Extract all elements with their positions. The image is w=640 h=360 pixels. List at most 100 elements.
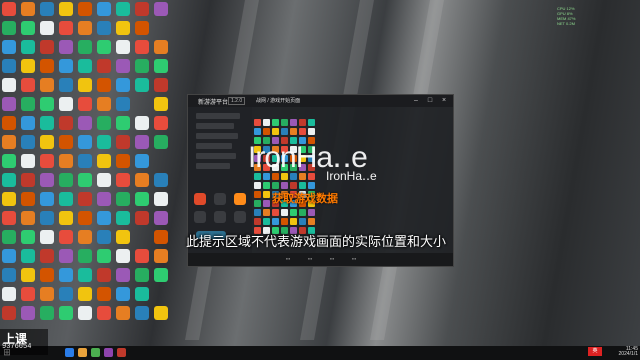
desktop-shortcut-icon[interactable] [135,306,149,320]
desktop-shortcut-icon[interactable] [154,268,168,282]
desktop-shortcut-icon[interactable] [97,249,111,263]
desktop-shortcut-icon[interactable] [59,116,73,130]
desktop-shortcut-icon[interactable] [154,306,168,320]
chart-icon[interactable] [194,211,206,223]
desktop-shortcut-icon[interactable] [2,268,16,282]
desktop-shortcut-icon[interactable] [40,135,54,149]
desktop-shortcut-icon[interactable] [21,78,35,92]
desktop-shortcut-icon[interactable] [116,116,130,130]
maximize-icon[interactable]: □ [425,96,435,106]
desktop-shortcut-icon[interactable] [116,2,130,16]
desktop-shortcut-icon[interactable] [97,59,111,73]
desktop-shortcut-icon[interactable] [116,21,130,35]
desktop-shortcut-icon[interactable] [97,97,111,111]
desktop-shortcut-icon[interactable] [40,211,54,225]
desktop-shortcut-icon[interactable] [2,287,16,301]
taskbar-app-icon[interactable] [91,348,100,357]
desktop-shortcut-icon[interactable] [78,78,92,92]
taskbar-app-icon[interactable] [78,348,87,357]
desktop-shortcut-icon[interactable] [135,2,149,16]
desktop-shortcut-icon[interactable] [116,306,130,320]
desktop-shortcut-icon[interactable] [40,173,54,187]
desktop-shortcut-icon[interactable] [97,40,111,54]
game-thumbnail[interactable] [299,182,306,189]
sidebar-item[interactable] [196,143,232,149]
desktop-shortcut-icon[interactable] [135,173,149,187]
desktop-shortcut-icon[interactable] [78,97,92,111]
desktop-shortcut-icon[interactable] [2,59,16,73]
desktop-shortcut-icon[interactable] [78,287,92,301]
game-thumbnail[interactable] [254,182,261,189]
game-thumbnail[interactable] [254,218,261,225]
desktop-shortcut-icon[interactable] [21,306,35,320]
desktop-shortcut-icon[interactable] [116,78,130,92]
desktop-shortcut-icon[interactable] [116,192,130,206]
tab-title[interactable]: 战网 / 游戏开始页面 [256,97,300,104]
taskbar-app-icon[interactable] [65,348,74,357]
desktop-shortcut-icon[interactable] [135,78,149,92]
game-thumbnail[interactable] [290,119,297,126]
desktop-shortcut-icon[interactable] [21,230,35,244]
game-thumbnail[interactable] [272,128,279,135]
flame-icon[interactable] [234,193,246,205]
desktop-shortcut-icon[interactable] [154,249,168,263]
desktop-shortcut-icon[interactable] [59,135,73,149]
desktop-shortcut-icon[interactable] [116,211,130,225]
game-thumbnail[interactable] [308,119,315,126]
desktop-shortcut-icon[interactable] [78,268,92,282]
game-thumbnail[interactable] [254,200,261,207]
desktop-shortcut-icon[interactable] [116,97,130,111]
desktop-shortcut-icon[interactable] [135,40,149,54]
desktop-shortcut-icon[interactable] [97,230,111,244]
desktop-shortcut-icon[interactable] [21,154,35,168]
game-thumbnail[interactable] [290,182,297,189]
desktop-shortcut-icon[interactable] [21,211,35,225]
footer-button[interactable]: ▪▪▪ [286,256,290,261]
desktop-shortcut-icon[interactable] [78,116,92,130]
desktop-shortcut-icon[interactable] [116,173,130,187]
desktop-shortcut-icon[interactable] [21,21,35,35]
desktop-shortcut-icon[interactable] [59,40,73,54]
game-thumbnail[interactable] [254,119,261,126]
desktop-shortcut-icon[interactable] [59,249,73,263]
footer-button[interactable]: ▪▪▪ [308,256,312,261]
desktop-shortcut-icon[interactable] [21,2,35,16]
game-thumbnail[interactable] [263,182,270,189]
taskbar-app-icon[interactable] [117,348,126,357]
desktop-shortcut-icon[interactable] [116,154,130,168]
desktop-shortcut-icon[interactable] [116,135,130,149]
game-thumbnail[interactable] [308,182,315,189]
desktop-shortcut-icon[interactable] [21,192,35,206]
desktop-shortcut-icon[interactable] [21,268,35,282]
desktop-shortcut-icon[interactable] [40,192,54,206]
game-thumbnail[interactable] [263,119,270,126]
game-thumbnail[interactable] [263,200,270,207]
game-thumbnail[interactable] [272,218,279,225]
desktop-shortcut-icon[interactable] [97,78,111,92]
sidebar-item[interactable] [196,123,234,129]
desktop-shortcut-icon[interactable] [2,154,16,168]
sidebar-item[interactable] [196,153,236,159]
desktop-shortcut-icon[interactable] [135,116,149,130]
desktop-shortcut-icon[interactable] [116,268,130,282]
title-bar[interactable]: 新游游平台 1.2.0 战网 / 游戏开始页面 – □ × [188,95,453,107]
desktop-shortcut-icon[interactable] [135,21,149,35]
desktop-shortcut-icon[interactable] [97,306,111,320]
desktop-shortcut-icon[interactable] [154,40,168,54]
desktop-shortcut-icon[interactable] [2,97,16,111]
footer-button[interactable]: ▪▪▪ [352,256,356,261]
desktop-shortcut-icon[interactable] [2,40,16,54]
fire-icon[interactable] [194,193,206,205]
close-icon[interactable]: × [439,96,449,106]
desktop-shortcut-icon[interactable] [78,211,92,225]
desktop-shortcut-icon[interactable] [97,173,111,187]
game-thumbnail[interactable] [299,209,306,216]
tool-icon[interactable] [214,193,226,205]
desktop-shortcut-icon[interactable] [21,40,35,54]
desktop-shortcut-icon[interactable] [40,97,54,111]
game-thumbnail[interactable] [272,182,279,189]
desktop-shortcut-icon[interactable] [97,154,111,168]
desktop-shortcut-icon[interactable] [78,249,92,263]
desktop-shortcut-icon[interactable] [78,192,92,206]
desktop-shortcut-icon[interactable] [21,97,35,111]
